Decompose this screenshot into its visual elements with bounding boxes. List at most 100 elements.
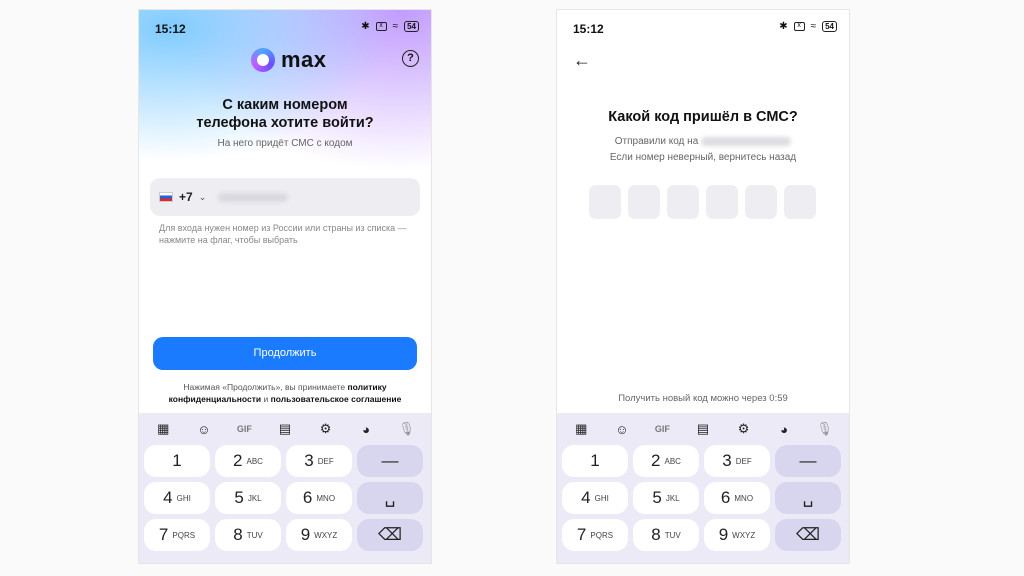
status-time: 15:12: [573, 22, 604, 36]
key-8[interactable]: 8 TUV: [215, 519, 281, 551]
gif-icon[interactable]: GIF: [229, 424, 259, 434]
gif-icon[interactable]: GIF: [647, 424, 677, 434]
mute-icon: x: [375, 22, 387, 31]
key-number: 7: [576, 525, 587, 544]
key-1[interactable]: 1: [144, 445, 210, 477]
user-agreement-link[interactable]: пользовательское соглашение: [271, 394, 402, 404]
key-9[interactable]: 9 WXYZ: [286, 519, 352, 551]
sms-code-inputs: [589, 185, 816, 219]
keyboard-row: 4 GHI 5 JKL 6 MNO ␣: [144, 482, 426, 514]
keyboard-toolbar: ▦ ☺ GIF ▤ ⚙ ◕ 🎙: [139, 413, 431, 445]
key-number: 8: [233, 525, 243, 544]
page-title: С каким номером телефона хотите войти?: [139, 96, 431, 132]
key-function[interactable]: —: [357, 445, 423, 477]
code-digit-5[interactable]: [745, 185, 777, 219]
key-number: —: [799, 451, 817, 470]
numeric-keyboard: ▦ ☺ GIF ▤ ⚙ ◕ 🎙 1 2 ABC 3 DEF —4 GHI 5 JKL 6 MNO ␣ 7…: [139, 413, 431, 563]
key-9[interactable]: 9 WXYZ: [704, 519, 770, 551]
key-number: 4: [581, 488, 591, 507]
key-number: 9: [300, 525, 311, 544]
key-5[interactable]: 5 JKL: [215, 482, 281, 514]
clipboard-icon[interactable]: ▤: [270, 421, 300, 437]
key-5[interactable]: 5 JKL: [633, 482, 699, 514]
help-icon[interactable]: ?: [402, 50, 419, 67]
apps-grid-icon[interactable]: ▦: [148, 421, 178, 437]
key-4[interactable]: 4 GHI: [144, 482, 210, 514]
phone-hint: Для входа нужен номер из России или стра…: [159, 223, 407, 245]
code-digit-4[interactable]: [706, 185, 738, 219]
code-digit-1[interactable]: [589, 185, 621, 219]
key-number: 6: [302, 488, 313, 507]
key-letters: DEF: [735, 456, 752, 466]
key-letters: ABC: [664, 456, 681, 466]
key-number: 3: [304, 451, 314, 470]
key-3[interactable]: 3 DEF: [704, 445, 770, 477]
key-letters: PQRS: [172, 530, 196, 540]
key-function[interactable]: ␣: [775, 482, 841, 514]
key-letters: TUV: [664, 530, 681, 540]
key-2[interactable]: 2 ABC: [633, 445, 699, 477]
keyboard-row: 7 PQRS 8 TUV 9 WXYZ ⌫: [144, 519, 426, 551]
privacy-policy-link[interactable]: политику: [347, 382, 386, 392]
key-number: 9: [718, 525, 729, 544]
max-logo: max: [251, 47, 327, 73]
key-7[interactable]: 7 PQRS: [562, 519, 628, 551]
microphone-icon[interactable]: 🎙: [392, 421, 422, 437]
key-6[interactable]: 6 MNO: [286, 482, 352, 514]
terms-and: и: [263, 394, 269, 404]
key-letters: GHI: [594, 493, 609, 503]
key-2[interactable]: 2 ABC: [215, 445, 281, 477]
keyboard-keys: 1 2 ABC 3 DEF —4 GHI 5 JKL 6 MNO ␣ 7 PQRS 8 TUV 9 WXYZ ⌫: [139, 445, 431, 551]
key-number: 3: [722, 451, 732, 470]
sticker-icon[interactable]: ☺: [607, 422, 637, 437]
code-digit-2[interactable]: [628, 185, 660, 219]
microphone-icon[interactable]: 🎙: [810, 421, 840, 437]
key-number: ␣: [802, 488, 814, 507]
code-digit-3[interactable]: [667, 185, 699, 219]
key-letters: DEF: [317, 456, 334, 466]
title-line-1: С каким номером: [222, 97, 348, 113]
max-logo-icon: [251, 48, 275, 72]
russia-flag-icon[interactable]: [159, 192, 173, 202]
key-4[interactable]: 4 GHI: [562, 482, 628, 514]
key-number: 4: [163, 488, 173, 507]
key-1[interactable]: 1: [562, 445, 628, 477]
code-digit-6[interactable]: [784, 185, 816, 219]
status-time: 15:12: [155, 22, 186, 36]
key-function[interactable]: ␣: [357, 482, 423, 514]
key-8[interactable]: 8 TUV: [633, 519, 699, 551]
key-number: 1: [590, 451, 600, 470]
palette-icon[interactable]: ◕: [351, 422, 381, 437]
key-6[interactable]: 6 MNO: [704, 482, 770, 514]
key-number: 2: [233, 451, 243, 470]
terms-text: Нажимая «Продолжить», вы принимаете поли…: [153, 381, 417, 405]
clipboard-icon[interactable]: ▤: [688, 421, 718, 437]
key-function[interactable]: ⌫: [357, 519, 423, 551]
settings-icon[interactable]: ⚙: [311, 421, 341, 437]
chevron-down-icon[interactable]: ⌄: [199, 192, 207, 203]
status-icons: ✱ x ≈ 54: [779, 21, 837, 32]
key-letters: JKL: [665, 493, 680, 503]
key-function[interactable]: —: [775, 445, 841, 477]
key-function[interactable]: ⌫: [775, 519, 841, 551]
key-3[interactable]: 3 DEF: [286, 445, 352, 477]
battery-icon: 54: [404, 21, 419, 32]
phone-number-redacted: [701, 136, 792, 146]
keyboard-row: 4 GHI 5 JKL 6 MNO ␣: [562, 482, 844, 514]
key-7[interactable]: 7 PQRS: [144, 519, 210, 551]
country-code[interactable]: +7: [179, 190, 193, 204]
terms-prefix: Нажимая «Продолжить», вы принимаете: [183, 382, 346, 392]
palette-icon[interactable]: ◕: [769, 422, 799, 437]
phone-input[interactable]: +7 ⌄: [150, 178, 420, 216]
phone-login-screen: 15:12 ✱ x ≈ 54 max ? С каким номером тел…: [138, 9, 432, 564]
back-arrow-icon[interactable]: ←: [573, 50, 591, 71]
privacy-policy-link-2[interactable]: конфиденциальности: [169, 394, 262, 404]
key-letters: ABC: [246, 456, 263, 466]
sent-to-label: Отправили код на: [614, 136, 699, 147]
continue-button[interactable]: Продолжить: [153, 337, 417, 370]
sticker-icon[interactable]: ☺: [189, 422, 219, 437]
key-number: 7: [158, 525, 169, 544]
phone-number-redacted[interactable]: [218, 192, 289, 202]
settings-icon[interactable]: ⚙: [729, 421, 759, 437]
apps-grid-icon[interactable]: ▦: [566, 421, 596, 437]
